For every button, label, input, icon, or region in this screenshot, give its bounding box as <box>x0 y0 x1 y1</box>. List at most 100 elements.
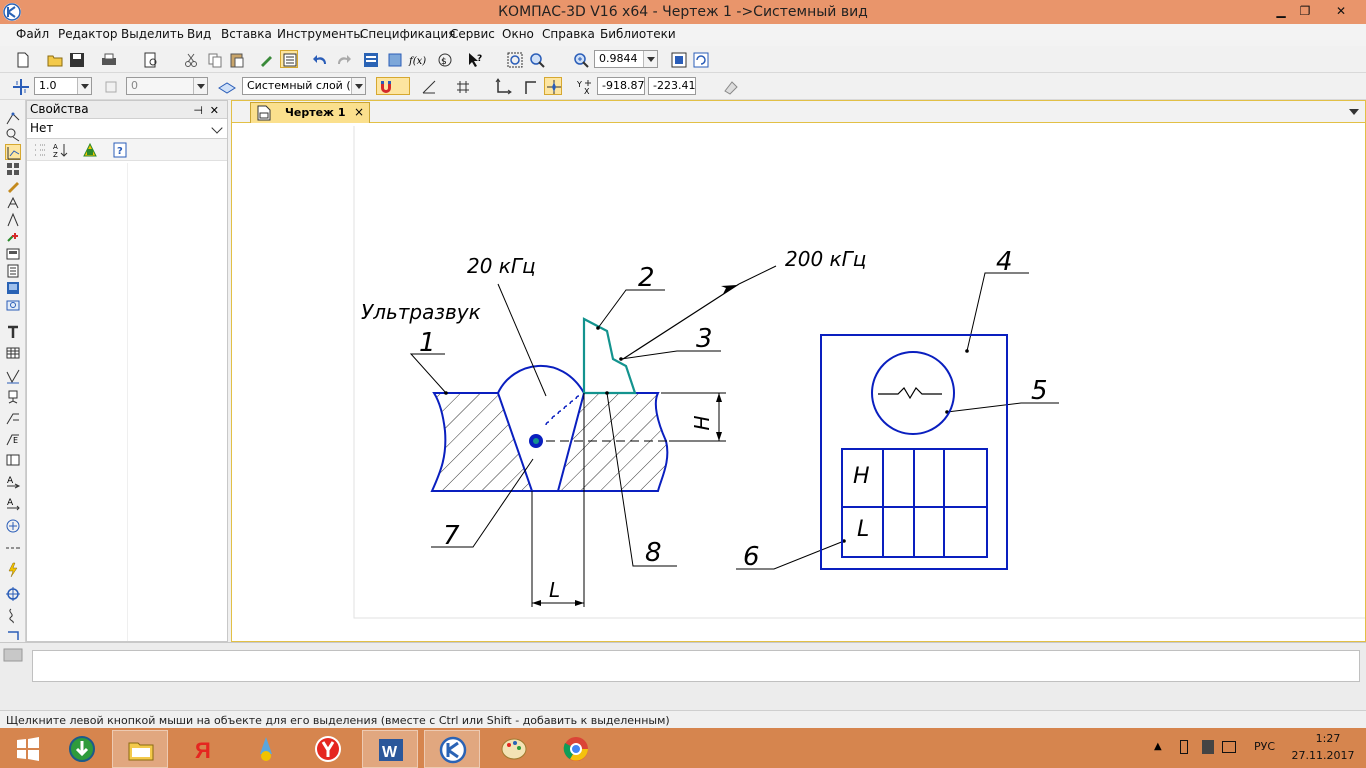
menu-specification[interactable]: Спецификация <box>360 27 455 41</box>
new-document-icon[interactable] <box>14 51 32 69</box>
help-pointer-icon[interactable]: ? <box>466 51 484 69</box>
chrome-icon[interactable] <box>548 730 604 768</box>
snap-magnet-icon[interactable] <box>376 77 410 95</box>
command-input[interactable] <box>32 650 1360 682</box>
show-all-icon[interactable] <box>670 51 688 69</box>
selection-icon[interactable] <box>5 229 21 245</box>
grid-snap-icon[interactable] <box>12 78 30 96</box>
zoom-window-icon[interactable] <box>506 51 524 69</box>
snap-settings-icon[interactable] <box>544 77 562 95</box>
menu-service[interactable]: Сервис <box>450 27 495 41</box>
angle-icon[interactable] <box>420 78 438 96</box>
layer-icon[interactable] <box>218 78 236 96</box>
line-scale-field[interactable]: 1.0 <box>34 77 92 95</box>
mark-icon[interactable] <box>5 452 21 468</box>
menu-view[interactable]: Вид <box>187 27 211 41</box>
wave-line-icon[interactable] <box>5 608 21 624</box>
properties-toggle-icon[interactable] <box>280 50 298 68</box>
open-folder-icon[interactable] <box>46 51 64 69</box>
manager-icon[interactable] <box>362 51 380 69</box>
preview-icon[interactable] <box>142 51 160 69</box>
kompas-icon[interactable] <box>424 730 480 768</box>
refresh-icon[interactable] <box>692 51 710 69</box>
text-icon[interactable] <box>5 324 21 340</box>
step-cursor-icon[interactable] <box>102 78 120 96</box>
local-cs-icon[interactable] <box>494 78 512 96</box>
curves-icon[interactable] <box>5 127 21 143</box>
view-arrow-icon[interactable] <box>5 518 21 534</box>
line-scale-dropdown-icon[interactable] <box>77 78 91 94</box>
kompas-downloader-icon[interactable] <box>54 730 110 768</box>
device-icon[interactable] <box>1202 740 1214 754</box>
table-icon[interactable] <box>5 345 21 361</box>
base-icon[interactable] <box>5 389 21 405</box>
cut-line-icon[interactable]: A <box>5 496 21 512</box>
center-mark-icon[interactable] <box>5 586 21 602</box>
grid-icon[interactable] <box>454 78 472 96</box>
chevron-down-icon[interactable] <box>211 122 223 134</box>
position-icon[interactable]: A <box>5 474 21 490</box>
yandex-browser-icon[interactable] <box>300 730 356 768</box>
edit-icon[interactable] <box>5 178 21 194</box>
network-icon[interactable] <box>1222 741 1236 753</box>
battery-icon[interactable] <box>1180 740 1188 754</box>
measure-icon[interactable] <box>5 212 21 228</box>
file-explorer-icon[interactable] <box>112 730 168 768</box>
redo-icon[interactable] <box>334 51 352 69</box>
panel-grip-icon[interactable] <box>2 647 24 663</box>
tab-close-icon[interactable]: × <box>354 105 364 119</box>
menu-file[interactable]: Файл <box>16 27 49 41</box>
zoom-icon[interactable] <box>572 51 590 69</box>
clock-time[interactable]: 1:27 <box>1300 732 1356 745</box>
tolerance-icon[interactable]: E <box>5 431 21 447</box>
symbols-icon[interactable] <box>5 161 21 177</box>
drawing-canvas[interactable]: Ультразвук 20 кГц 200 кГц 1 2 3 4 5 6 7 … <box>232 123 1365 641</box>
paint-icon[interactable] <box>486 730 542 768</box>
menu-window[interactable]: Окно <box>502 27 534 41</box>
roughness-icon[interactable] <box>5 368 21 384</box>
format-painter-icon[interactable] <box>258 51 276 69</box>
paint-net-icon[interactable] <box>238 730 294 768</box>
insert-icon[interactable] <box>5 280 21 296</box>
save-icon[interactable] <box>68 51 86 69</box>
word-icon[interactable]: W <box>362 730 418 768</box>
axis-line-icon[interactable] <box>5 540 21 556</box>
properties-filter-select[interactable]: Нет <box>27 119 227 139</box>
report-icon[interactable] <box>5 263 21 279</box>
break-line-icon[interactable] <box>5 562 21 578</box>
zoom-field[interactable]: 0.9844 <box>594 50 658 68</box>
copy-icon[interactable] <box>206 51 224 69</box>
geometry-icon[interactable] <box>5 110 21 126</box>
dimensions-icon[interactable] <box>5 144 21 160</box>
views-icon[interactable] <box>5 246 21 262</box>
pin-icon[interactable]: ⊣ <box>193 102 203 119</box>
menu-help[interactable]: Справка <box>542 27 595 41</box>
tree-icon[interactable] <box>386 51 404 69</box>
help-icon[interactable]: ? <box>111 141 129 159</box>
collapse-icon[interactable] <box>31 141 49 159</box>
variables-icon[interactable]: f(x) <box>408 51 426 69</box>
tab-list-icon[interactable] <box>1349 109 1359 115</box>
coord-x-field[interactable]: -918.870 <box>597 77 645 95</box>
layer-field[interactable]: Системный слой (0) <box>242 77 366 95</box>
clock-date[interactable]: 27.11.2017 <box>1288 749 1358 762</box>
print-icon[interactable] <box>100 51 118 69</box>
menu-tools[interactable]: Инструменты <box>277 27 363 41</box>
leader-icon[interactable] <box>5 410 21 426</box>
maximize-button[interactable]: ❐ <box>1290 0 1320 22</box>
layer-dropdown-icon[interactable] <box>351 78 365 94</box>
close-button[interactable]: ✕ <box>1318 0 1364 22</box>
menu-edit[interactable]: Редактор <box>58 27 117 41</box>
menu-insert[interactable]: Вставка <box>221 27 272 41</box>
property-pages-icon[interactable] <box>81 141 99 159</box>
units-icon[interactable]: $ <box>436 51 454 69</box>
zoom-dropdown-icon[interactable] <box>643 51 657 67</box>
parametrization-icon[interactable] <box>5 195 21 211</box>
menu-select[interactable]: Выделить <box>121 27 184 41</box>
zoom-dynamic-icon[interactable] <box>528 51 546 69</box>
cut-icon[interactable] <box>182 51 200 69</box>
close-icon[interactable]: ✕ <box>210 102 219 119</box>
tray-expand-icon[interactable]: ▲ <box>1154 741 1162 752</box>
undo-icon[interactable] <box>312 51 330 69</box>
start-icon[interactable] <box>0 730 56 768</box>
